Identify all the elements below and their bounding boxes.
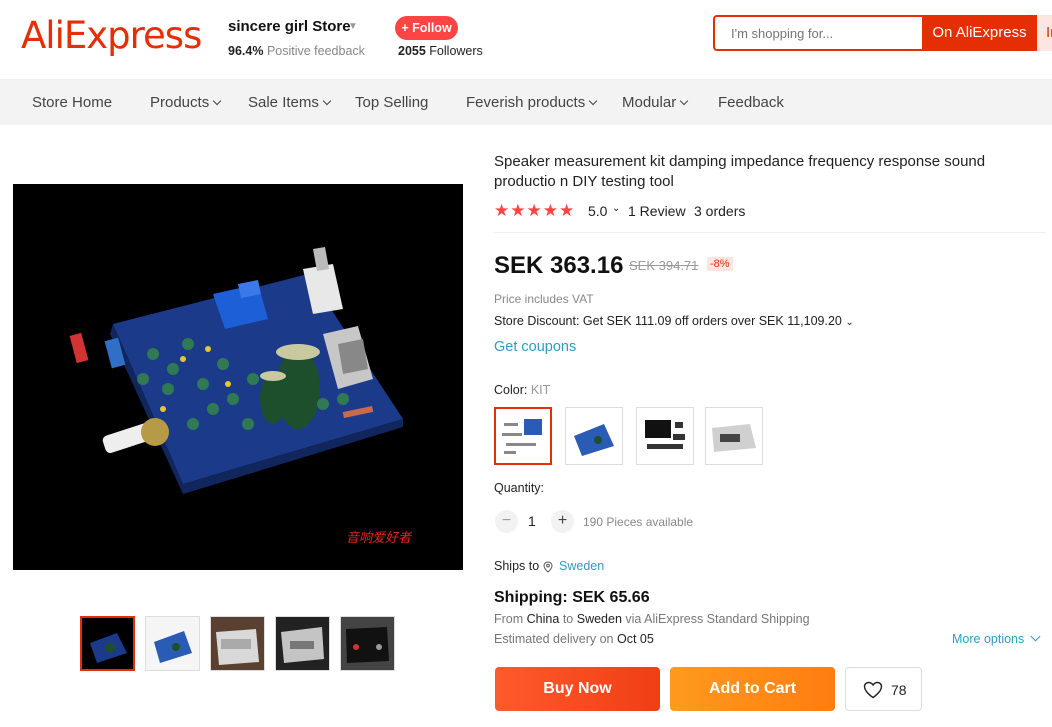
vat-note: Price includes VAT	[494, 292, 594, 306]
search-in-store-button[interactable]: In	[1037, 15, 1052, 51]
followers-count: 2055 Followers	[398, 44, 483, 58]
chevron-down-icon	[588, 96, 598, 106]
nav-top-selling[interactable]: Top Selling	[355, 80, 428, 125]
quantity-decrease-button[interactable]: −	[495, 510, 518, 533]
thumbnail-1[interactable]	[80, 616, 135, 671]
store-nav: Store Home Products Sale Items Top Selli…	[0, 80, 1052, 125]
orders-count: 3 orders	[694, 203, 746, 219]
main-product-image[interactable]: 音响爱好者	[13, 184, 463, 570]
nav-modular[interactable]: Modular	[622, 80, 689, 125]
add-to-cart-button[interactable]: Add to Cart	[670, 667, 835, 711]
search-bar: On AliExpress In	[713, 15, 1052, 51]
chevron-down-icon: ⌄	[845, 317, 854, 328]
quantity-increase-button[interactable]: +	[551, 510, 574, 533]
color-swatch-kit[interactable]	[494, 407, 552, 465]
ships-to-label: Ships to	[494, 559, 540, 573]
pieces-available: 190 Pieces available	[583, 515, 694, 529]
nav-feverish-products[interactable]: Feverish products	[466, 80, 598, 125]
watermark-text: 音响爱好者	[346, 530, 413, 546]
product-title: Speaker measurement kit damping impedanc…	[494, 153, 986, 190]
search-on-aliexpress-button[interactable]: On AliExpress	[922, 15, 1037, 51]
discount-badge: -8%	[707, 257, 733, 271]
color-swatch-assembled[interactable]	[705, 407, 763, 465]
star-rating-icon: ★★★★★	[494, 201, 576, 220]
thumbnail-3[interactable]	[210, 616, 265, 671]
buy-now-button[interactable]: Buy Now	[495, 667, 660, 711]
shipping-cost: Shipping: SEK 65.66	[494, 589, 650, 606]
store-feedback: 96.4% Positive feedback	[228, 44, 365, 58]
review-count-link[interactable]: 1 Review	[628, 203, 686, 219]
chevron-down-icon	[322, 96, 332, 106]
color-swatch-case-kit[interactable]	[636, 407, 694, 465]
divider	[494, 232, 1046, 233]
chevron-down-icon	[212, 96, 222, 106]
thumbnail-4[interactable]	[275, 616, 330, 671]
nav-products[interactable]: Products	[150, 80, 222, 125]
nav-feedback[interactable]: Feedback	[718, 80, 784, 125]
follow-button[interactable]: + Follow	[395, 16, 458, 40]
nav-sale-items[interactable]: Sale Items	[248, 80, 332, 125]
aliexpress-logo[interactable]: AliExpress	[21, 14, 202, 57]
nav-store-home[interactable]: Store Home	[32, 80, 112, 125]
more-options-link[interactable]: More options	[952, 631, 1041, 646]
color-label: Color: KIT	[494, 383, 551, 397]
thumbnail-5[interactable]	[340, 616, 395, 671]
original-price: SEK 394.71	[629, 258, 699, 273]
rating-dropdown-icon[interactable]: ⌄	[612, 203, 620, 214]
estimated-delivery: Estimated delivery on Oct 05	[494, 632, 654, 646]
quantity-label: Quantity:	[494, 481, 545, 495]
chevron-down-icon	[679, 96, 689, 106]
color-swatch-board[interactable]	[565, 407, 623, 465]
get-coupons-link[interactable]: Get coupons	[494, 339, 576, 355]
top-header: AliExpress sincere girl Store ▼ 96.4% Po…	[0, 0, 1052, 80]
store-dropdown-icon[interactable]: ▼	[348, 21, 358, 32]
store-name[interactable]: sincere girl Store	[228, 18, 351, 35]
current-price: SEK 363.16	[494, 252, 624, 279]
search-input[interactable]	[715, 17, 921, 49]
heart-icon	[863, 681, 883, 699]
store-discount[interactable]: Store Discount: Get SEK 111.09 off order…	[494, 314, 854, 328]
circuit-board-image: 音响爱好者	[13, 184, 463, 570]
rating-value[interactable]: 5.0	[588, 203, 607, 219]
quantity-value[interactable]: 1	[528, 513, 536, 529]
shipping-route: From China to Sweden via AliExpress Stan…	[494, 612, 810, 626]
chevron-down-icon	[1030, 631, 1041, 642]
location-pin-icon	[543, 561, 553, 573]
wishlist-count: 78	[891, 682, 907, 698]
ships-to-country-link[interactable]: Sweden	[559, 559, 604, 573]
wishlist-button[interactable]: 78	[845, 667, 922, 711]
thumbnail-2[interactable]	[145, 616, 200, 671]
